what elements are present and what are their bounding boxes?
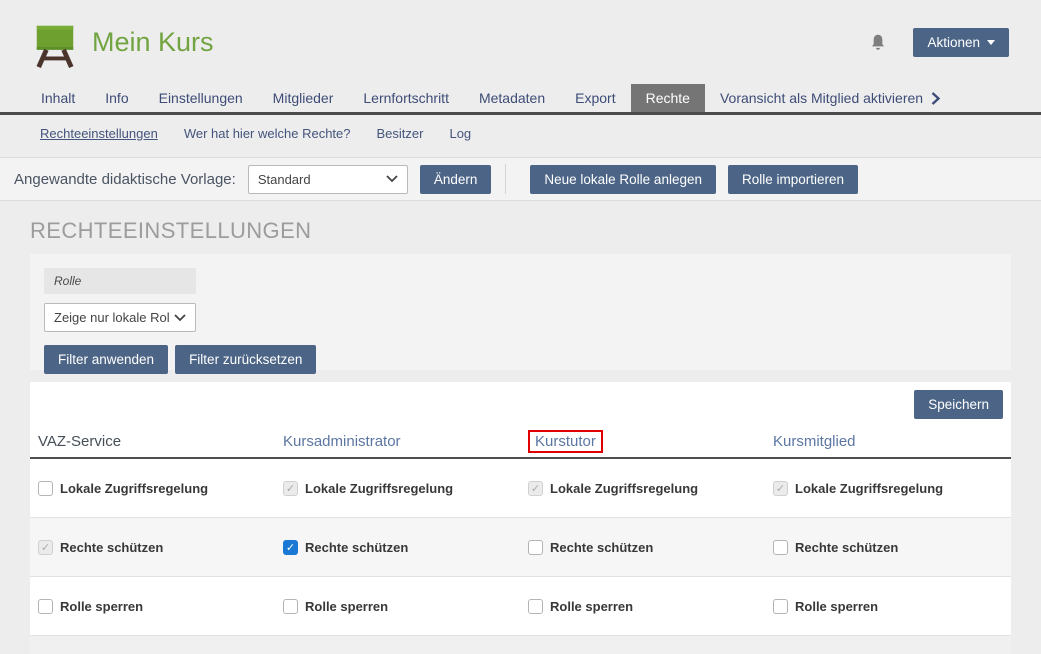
chevron-down-icon <box>386 175 398 183</box>
save-button[interactable]: Speichern <box>914 390 1003 419</box>
permission-label: Lokale Zugriffsregelung <box>305 481 453 496</box>
permission-cell: Rolle sperren <box>283 599 528 614</box>
permission-cell: Lokale Zugriffsregelung <box>773 481 1019 496</box>
notification-bell-icon[interactable] <box>869 33 887 53</box>
column-header[interactable]: Kurstutor <box>528 430 773 453</box>
top-bar: Mein Kurs Aktionen <box>0 0 1041 85</box>
tab-bar: InhaltInfoEinstellungenMitgliederLernfor… <box>0 85 1041 115</box>
preview-as-member-link[interactable]: Voransicht als Mitglied aktivieren <box>705 84 955 112</box>
permission-cell: Lokale Zugriffsregelung <box>283 481 528 496</box>
chevron-down-icon <box>174 314 186 322</box>
permission-checkbox[interactable] <box>773 540 788 555</box>
didactic-template-label: Angewandte didaktische Vorlage: <box>14 171 236 188</box>
chevron-right-icon <box>931 92 940 105</box>
didactic-template-select[interactable]: Standard <box>248 165 408 194</box>
permissions-table-body: Lokale Zugriffsregelung Lokale Zugriffsre… <box>30 459 1011 636</box>
permission-checkbox <box>38 540 53 555</box>
tab-mitglieder[interactable]: Mitglieder <box>258 84 349 112</box>
permission-checkbox[interactable] <box>283 599 298 614</box>
subtab[interactable]: Rechteeinstellungen <box>40 126 158 142</box>
permissions-table-header: VAZ-ServiceKursadministratorKurstutorKur… <box>30 425 1011 459</box>
caret-down-icon <box>987 40 995 45</box>
permission-label: Rolle sperren <box>60 599 143 614</box>
permission-label: Lokale Zugriffsregelung <box>550 481 698 496</box>
import-role-button[interactable]: Rolle importieren <box>728 165 858 194</box>
permission-checkbox[interactable] <box>38 481 53 496</box>
course-blackboard-icon <box>32 22 78 68</box>
permission-cell: Rolle sperren <box>38 599 283 614</box>
tab-rechte[interactable]: Rechte <box>631 84 705 112</box>
role-filter-value: Zeige nur lokale Rol <box>54 310 170 325</box>
tab-lernfortschritt[interactable]: Lernfortschritt <box>348 84 464 112</box>
subtab-bar: Rechteeinstellungen Wer hat hier welche R… <box>0 115 1041 152</box>
didactic-template-value: Standard <box>258 172 311 187</box>
permission-checkbox[interactable] <box>773 599 788 614</box>
permission-cell: Rolle sperren <box>528 599 773 614</box>
subtab[interactable]: Wer hat hier welche Rechte? <box>184 126 351 142</box>
page-title: Mein Kurs <box>92 27 214 58</box>
role-filter-label: Rolle <box>44 268 196 294</box>
column-header: VAZ-Service <box>38 433 283 450</box>
permission-checkbox <box>283 481 298 496</box>
highlight-annotation-box: Kurstutor <box>528 430 603 453</box>
permission-label: Lokale Zugriffsregelung <box>60 481 208 496</box>
tab-info[interactable]: Info <box>90 84 143 112</box>
permission-cell: Lokale Zugriffsregelung <box>528 481 773 496</box>
new-local-role-button[interactable]: Neue lokale Rolle anlegen <box>530 165 716 194</box>
permission-checkbox[interactable] <box>283 540 298 555</box>
permission-row: Rechte schützen Rechte schützen Rechte sch… <box>30 518 1011 577</box>
permission-checkbox <box>773 481 788 496</box>
permission-cell: Rolle sperren <box>773 599 1019 614</box>
permission-label: Lokale Zugriffsregelung <box>795 481 943 496</box>
permission-checkbox[interactable] <box>38 599 53 614</box>
permission-checkbox[interactable] <box>528 599 543 614</box>
permission-label: Rechte schützen <box>795 540 898 555</box>
permission-cell: Rechte schützen <box>38 540 283 555</box>
permission-cell: Rechte schützen <box>528 540 773 555</box>
permission-label: Rechte schützen <box>60 540 163 555</box>
toolbar-divider <box>505 164 506 194</box>
filter-apply-button[interactable]: Filter anwenden <box>44 345 168 374</box>
subtab[interactable]: Besitzer <box>377 126 424 142</box>
permission-row: Lokale Zugriffsregelung Lokale Zugriffsre… <box>30 459 1011 518</box>
tab-export[interactable]: Export <box>560 84 630 112</box>
permission-label: Rechte schützen <box>305 540 408 555</box>
permissions-table: Speichern VAZ-ServiceKursadministratorKu… <box>30 382 1011 654</box>
tab-inhalt[interactable]: Inhalt <box>26 84 90 112</box>
permission-label: Rolle sperren <box>550 599 633 614</box>
subtab[interactable]: Log <box>449 126 471 142</box>
tab-metadaten[interactable]: Metadaten <box>464 84 560 112</box>
permission-label: Rolle sperren <box>795 599 878 614</box>
toolbar: Angewandte didaktische Vorlage: Standard… <box>0 157 1041 201</box>
tab-einstellungen[interactable]: Einstellungen <box>144 84 258 112</box>
column-header[interactable]: Kursadministrator <box>283 433 528 450</box>
permission-cell: Rechte schützen <box>773 540 1019 555</box>
column-header[interactable]: Kursmitglied <box>773 433 1019 450</box>
permission-row: Rolle sperren Rolle sperren Rolle sperren R… <box>30 577 1011 636</box>
permission-checkbox[interactable] <box>528 540 543 555</box>
permission-label: Rechte schützen <box>550 540 653 555</box>
role-filter-select[interactable]: Zeige nur lokale Rol <box>44 303 196 332</box>
table-footer <box>30 636 1011 654</box>
permission-cell: Lokale Zugriffsregelung <box>38 481 283 496</box>
filter-panel: Rolle Zeige nur lokale Rol Filter anwend… <box>30 254 1011 370</box>
filter-reset-button[interactable]: Filter zurücksetzen <box>175 345 316 374</box>
section-title: RECHTEEINSTELLUNGEN <box>30 218 1011 244</box>
permission-checkbox <box>528 481 543 496</box>
actions-button[interactable]: Aktionen <box>913 28 1009 57</box>
change-template-button[interactable]: Ändern <box>420 165 492 194</box>
permission-label: Rolle sperren <box>305 599 388 614</box>
permission-cell: Rechte schützen <box>283 540 528 555</box>
